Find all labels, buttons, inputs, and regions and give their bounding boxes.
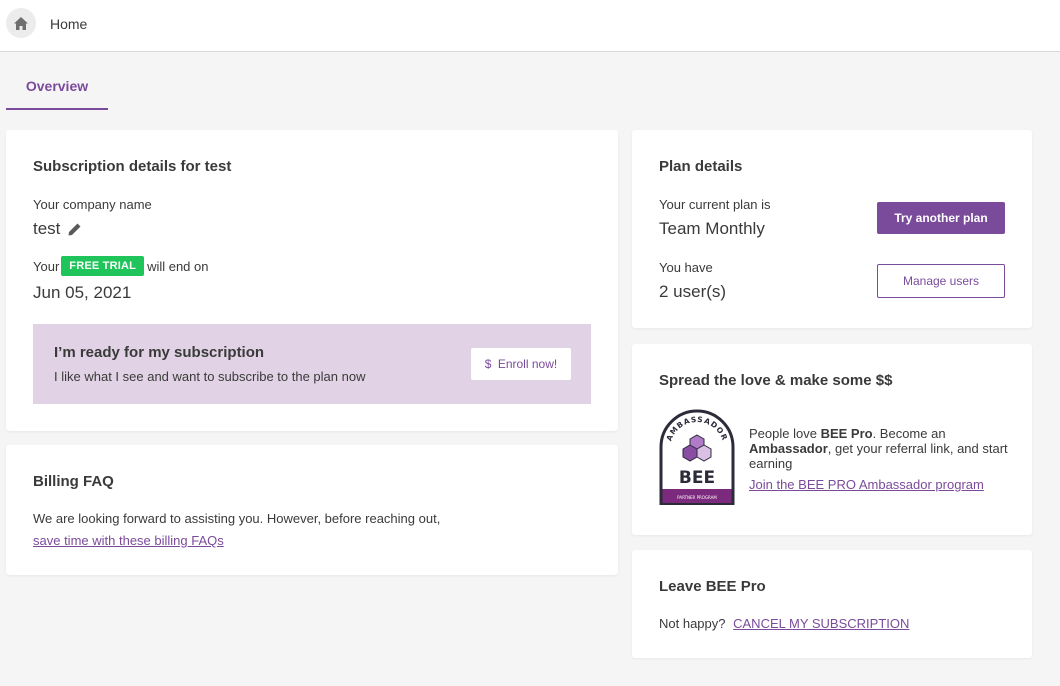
- current-plan-value: Team Monthly: [659, 219, 765, 238]
- billing-faq-link-wrap: save time with these billing FAQs: [33, 533, 224, 548]
- ambassador-text-role: Ambassador: [749, 441, 828, 456]
- billing-faq-link[interactable]: save time with these billing FAQs: [33, 533, 224, 548]
- trial-line: Your FREE TRIAL will end on: [33, 256, 209, 276]
- ambassador-badge-icon: AMBASSADOR BEE PARTNER PROGRAM: [659, 409, 735, 505]
- company-name-label: Your company name: [33, 197, 152, 212]
- subscription-title: Subscription details for test: [33, 158, 232, 175]
- leave-title: Leave BEE Pro: [659, 578, 766, 595]
- ambassador-description: People love BEE Pro. Become an Ambassado…: [749, 426, 1009, 471]
- cancel-subscription-link[interactable]: CANCEL MY SUBSCRIPTION: [733, 616, 909, 631]
- ambassador-program-link[interactable]: Join the BEE PRO Ambassador program: [749, 477, 984, 492]
- company-name-value: test: [33, 219, 81, 239]
- tab-overview[interactable]: Overview: [6, 70, 108, 110]
- subscription-card: Subscription details for test Your compa…: [6, 130, 618, 431]
- billing-faq-card: Billing FAQ We are looking forward to as…: [6, 445, 618, 575]
- company-name-text: test: [33, 219, 61, 238]
- pencil-icon[interactable]: [68, 223, 81, 236]
- free-trial-badge: FREE TRIAL: [61, 256, 145, 276]
- trial-prefix: Your: [33, 258, 60, 274]
- enroll-title: I’m ready for my subscription: [54, 344, 265, 361]
- billing-faq-text: We are looking forward to assisting you.…: [33, 511, 441, 526]
- trial-end-date: Jun 05, 2021: [33, 283, 132, 302]
- ambassador-text-2: . Become an: [872, 426, 946, 441]
- ambassador-title: Spread the love & make some $$: [659, 372, 893, 389]
- leave-card: Leave BEE Pro Not happy? CANCEL MY SUBSC…: [632, 550, 1032, 658]
- ambassador-text-1: People love: [749, 426, 821, 441]
- enroll-now-label: Enroll now!: [497, 357, 558, 371]
- top-bar: Home: [0, 0, 1060, 52]
- enroll-now-button[interactable]: $ Enroll now!: [471, 348, 571, 380]
- leave-line: Not happy? CANCEL MY SUBSCRIPTION: [659, 616, 909, 631]
- manage-users-button[interactable]: Manage users: [877, 264, 1005, 298]
- ambassador-card: Spread the love & make some $$ AMBASSADO…: [632, 344, 1032, 535]
- users-value: 2 user(s): [659, 282, 727, 301]
- ambassador-link-wrap: Join the BEE PRO Ambassador program: [749, 477, 984, 492]
- enroll-box: I’m ready for my subscription I like wha…: [33, 324, 591, 404]
- home-button[interactable]: [6, 8, 36, 38]
- leave-prompt: Not happy?: [659, 616, 726, 631]
- trial-suffix: will end on: [147, 258, 209, 274]
- home-icon: [14, 16, 28, 30]
- badge-name-text: BEE: [679, 468, 715, 488]
- dollar-icon: $: [484, 357, 492, 371]
- plan-details-card: Plan details Your current plan is Team M…: [632, 130, 1032, 328]
- users-label: You have: [659, 260, 713, 275]
- breadcrumb-home[interactable]: Home: [50, 16, 87, 32]
- plan-details-title: Plan details: [659, 158, 743, 175]
- billing-faq-title: Billing FAQ: [33, 473, 114, 490]
- current-plan-label: Your current plan is: [659, 197, 771, 212]
- badge-footer-text: PARTNER PROGRAM: [677, 495, 717, 500]
- try-another-plan-button[interactable]: Try another plan: [877, 202, 1005, 234]
- ambassador-text-brand: BEE Pro: [820, 426, 873, 441]
- enroll-description: I like what I see and want to subscribe …: [54, 369, 366, 384]
